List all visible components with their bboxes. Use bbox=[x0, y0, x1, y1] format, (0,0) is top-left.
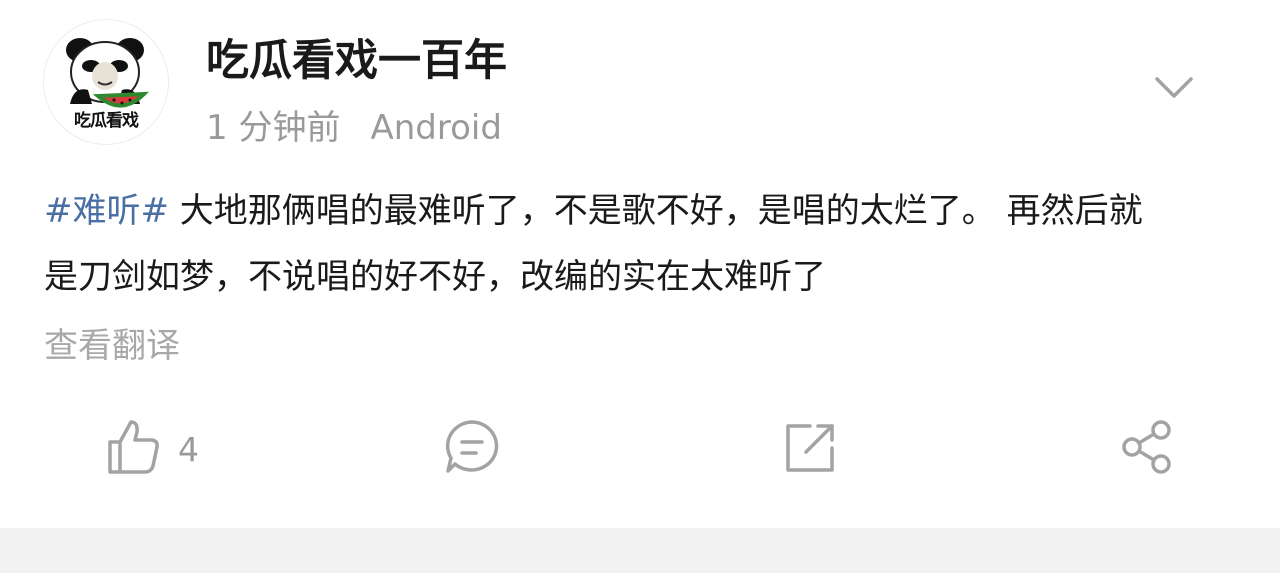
post-text: #难听# 大地那俩唱的最难听了，不是歌不好，是唱的太烂了。 再然后就 是刀剑如梦… bbox=[44, 178, 1240, 310]
chevron-down-icon[interactable] bbox=[1152, 70, 1196, 106]
avatar[interactable]: 吃瓜看戏 bbox=[44, 20, 168, 144]
post-text-line-2: 是刀剑如梦，不说唱的好不好，改编的实在太难听了 bbox=[44, 257, 826, 297]
repost-icon bbox=[786, 424, 834, 472]
username[interactable]: 吃瓜看戏一百年 bbox=[206, 26, 507, 88]
like-button[interactable] bbox=[104, 414, 164, 480]
hashtag-link[interactable]: #难听# bbox=[44, 191, 169, 231]
post-card: 吃瓜看戏 吃瓜看戏一百年 1 分钟前 Android #难听# 大地那俩唱的最难听… bbox=[0, 0, 1280, 528]
share-icon bbox=[1122, 420, 1171, 474]
post-time: 1 分钟前 bbox=[206, 108, 341, 148]
comment-icon bbox=[445, 420, 499, 473]
share-button[interactable] bbox=[1118, 414, 1178, 480]
comment-button[interactable] bbox=[442, 414, 502, 480]
post-meta: 1 分钟前 Android bbox=[206, 100, 502, 149]
avatar-caption: 吃瓜看戏 bbox=[74, 111, 139, 131]
thumbs-up-icon bbox=[108, 420, 159, 474]
translate-button[interactable]: 查看翻译 bbox=[44, 318, 180, 367]
repost-button[interactable] bbox=[782, 414, 842, 480]
post-text-line-1: 大地那俩唱的最难听了，不是歌不好，是唱的太烂了。 再然后就 bbox=[168, 191, 1143, 231]
like-count: 4 bbox=[178, 430, 199, 469]
post-source: Android bbox=[370, 108, 502, 148]
feed-separator bbox=[0, 528, 1280, 573]
